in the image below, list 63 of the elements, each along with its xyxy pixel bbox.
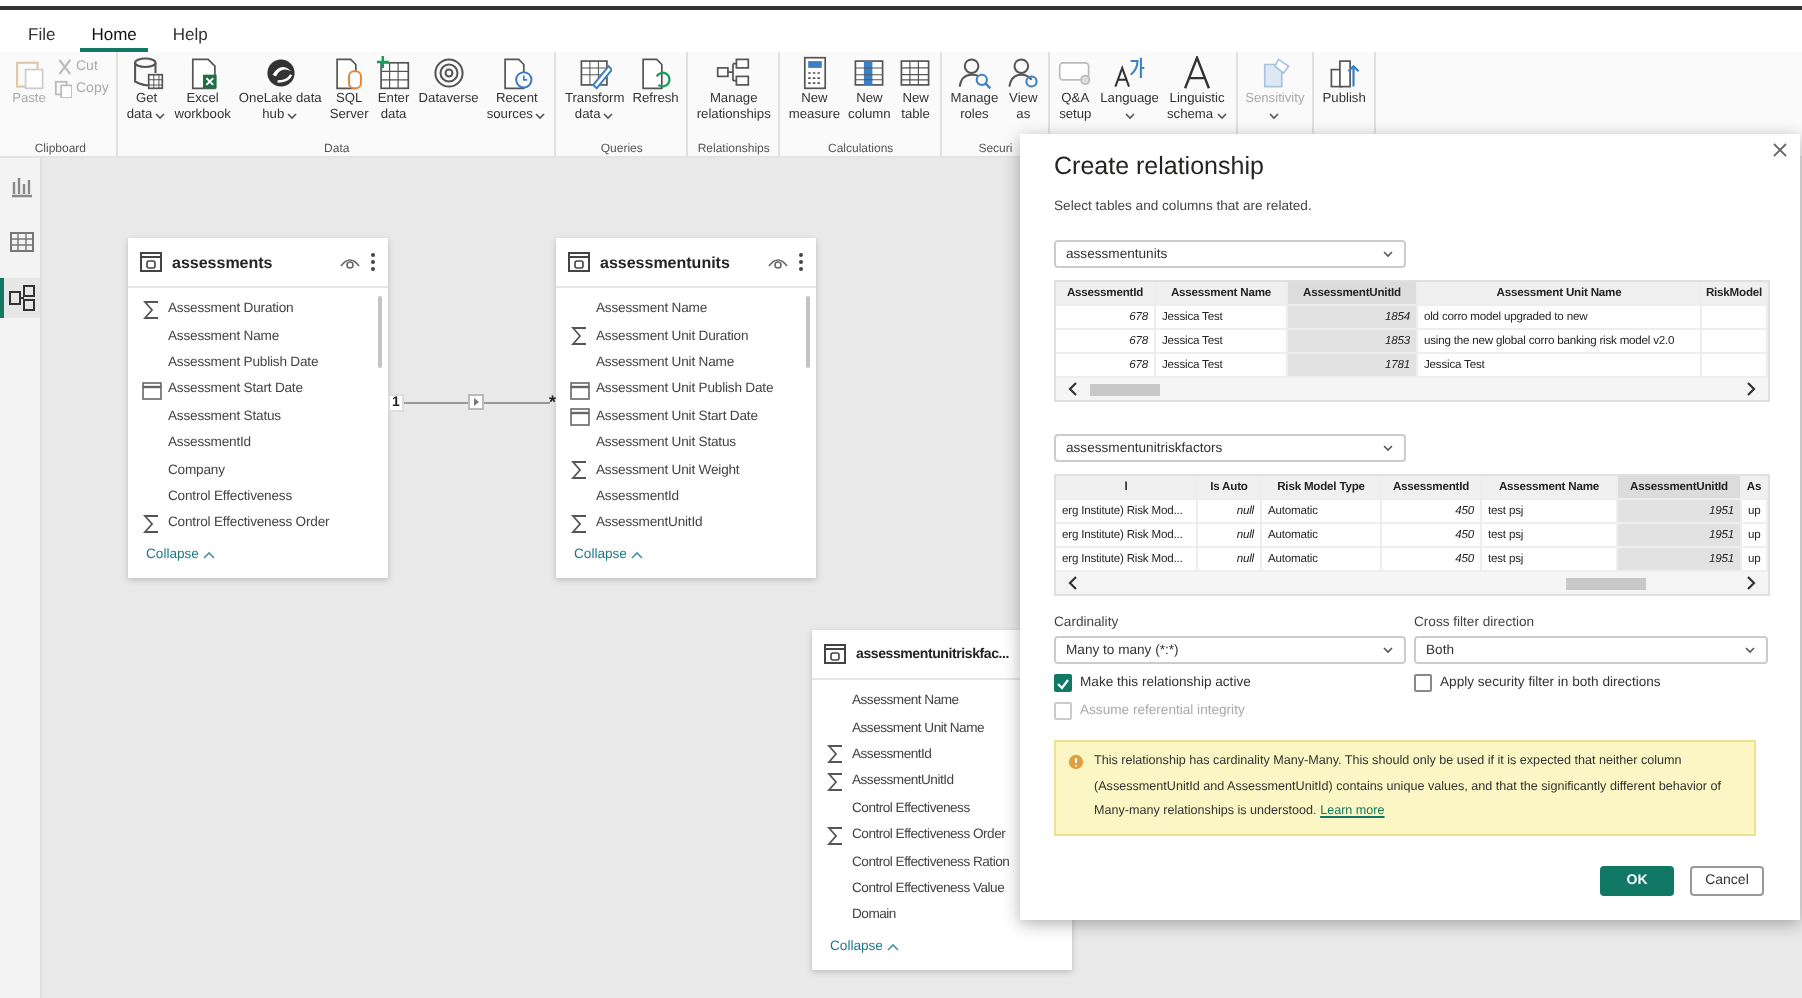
chevron-up-icon: [630, 549, 645, 560]
table-cell: [1702, 306, 1768, 330]
horizontal-scrollbar[interactable]: [1056, 572, 1768, 594]
table-icon: [568, 252, 590, 272]
caret-icon: [1382, 646, 1394, 654]
sigma-icon: [826, 825, 846, 846]
person-search-icon: [957, 56, 992, 90]
chevron-left-icon[interactable]: [1068, 576, 1078, 590]
card-title: assessments: [172, 253, 275, 271]
sigma-icon: [570, 460, 590, 481]
sigma-icon: [570, 513, 590, 534]
table-card[interactable]: [556, 238, 816, 578]
copy-icon: [54, 80, 72, 98]
direction-arrow-icon: [468, 394, 485, 410]
calendar-icon: [570, 406, 590, 427]
chevron-right-icon[interactable]: [1746, 382, 1756, 396]
view-button[interactable]: [0, 278, 40, 318]
table-icon: [824, 644, 846, 664]
chevron-up-icon: [202, 549, 217, 560]
model-diagram-icon: [8, 284, 36, 312]
more-icon[interactable]: [370, 252, 376, 272]
calendar-icon: [142, 379, 162, 400]
caret-icon: [1382, 250, 1394, 258]
checkmark-icon: [1056, 677, 1070, 689]
chevron-up-icon: [886, 941, 901, 952]
scrollbar[interactable]: [806, 296, 810, 368]
dialog-title: Create relationship: [1054, 152, 1266, 180]
scrollbar[interactable]: [378, 296, 382, 368]
connector-line: [403, 401, 469, 403]
sigma-icon: [826, 744, 846, 765]
bar-chart-icon: [8, 172, 36, 200]
sigma-icon: [142, 513, 162, 534]
scissors-icon: [54, 58, 72, 76]
sigma-icon: [142, 299, 162, 320]
eye-icon[interactable]: [768, 255, 788, 269]
checkbox[interactable]: [1054, 674, 1072, 692]
chevron-left-icon[interactable]: [1068, 382, 1078, 396]
scrollbar-thumb[interactable]: [1566, 577, 1646, 589]
letters-icon: [1112, 56, 1147, 90]
caret-icon: [1382, 444, 1394, 452]
close-icon[interactable]: [1772, 142, 1788, 158]
scrollbar-thumb[interactable]: [1090, 383, 1160, 395]
more-icon[interactable]: [798, 252, 804, 272]
horizontal-scrollbar[interactable]: [1056, 378, 1768, 400]
table-icon: [140, 252, 162, 272]
letter-icon: [1180, 56, 1215, 90]
table-cell: [1702, 330, 1768, 354]
eye-icon[interactable]: [340, 255, 360, 269]
chevron-right-icon[interactable]: [1746, 576, 1756, 590]
caret-icon: [1744, 646, 1756, 654]
calendar-icon: [570, 379, 590, 400]
warning-icon: [1068, 754, 1084, 770]
sigma-icon: [570, 326, 590, 347]
menu-tab[interactable]: Help: [160, 18, 220, 52]
menu-tab[interactable]: File: [16, 18, 68, 52]
checkbox[interactable]: [1414, 674, 1432, 692]
connector-line: [484, 401, 549, 403]
sigma-icon: [826, 771, 846, 792]
table-icon: [8, 228, 36, 256]
card-title: assessmentunits: [600, 253, 732, 271]
spiral-icon: [431, 56, 466, 90]
person-icon: [1006, 56, 1041, 90]
cardinality-label: *: [549, 392, 557, 412]
